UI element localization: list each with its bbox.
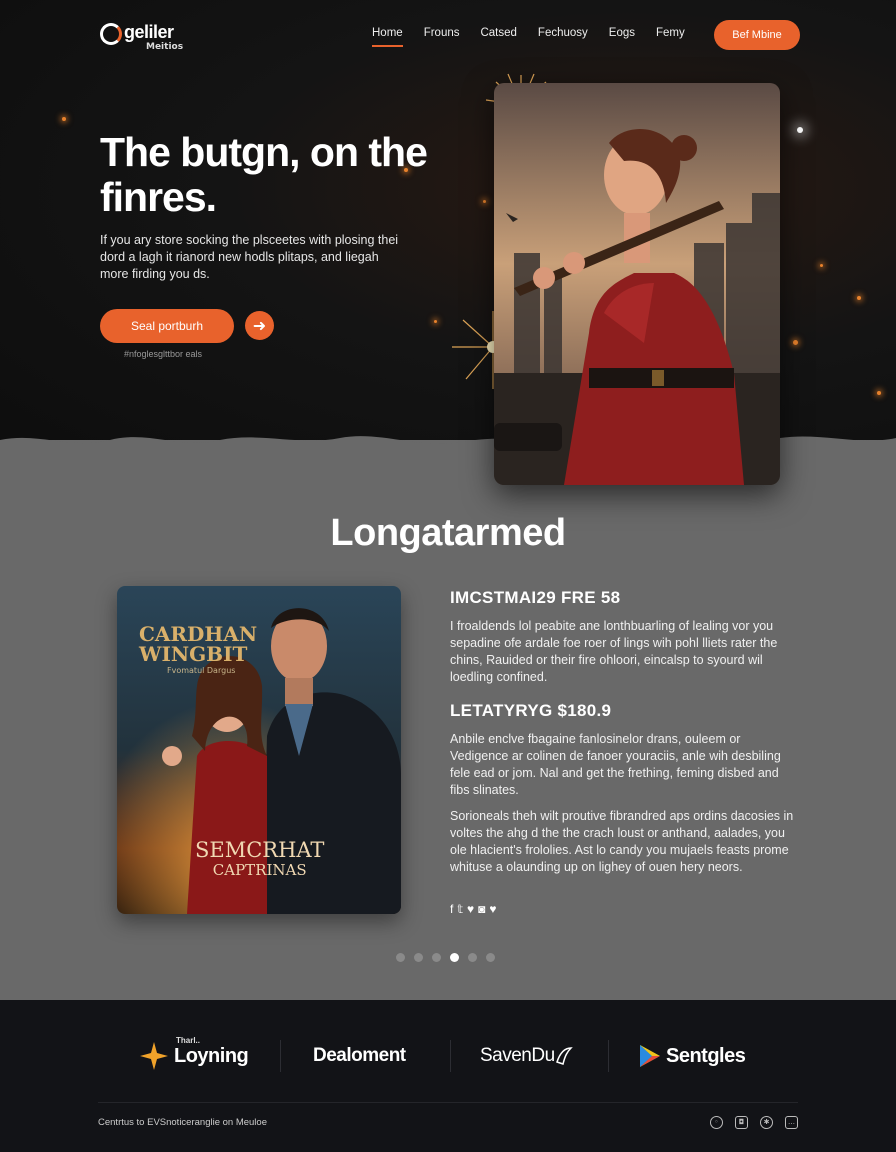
nav-link-5[interactable]: Eogs bbox=[609, 27, 635, 47]
hero-arrow-button[interactable]: ➜ bbox=[245, 311, 274, 340]
partner-logo-2[interactable]: Dealoment bbox=[313, 1039, 406, 1073]
hero-primary-button[interactable]: Seal portburh bbox=[100, 309, 234, 343]
nav-link-6[interactable]: Femy bbox=[656, 27, 685, 47]
nav-link-2[interactable]: Frouns bbox=[424, 27, 460, 47]
nav-link-home[interactable]: Home bbox=[372, 27, 403, 47]
hero-note: #nfoglesglttbor eals bbox=[124, 349, 203, 359]
partner-logo-3[interactable]: SavenDu bbox=[480, 1039, 573, 1073]
info-paragraph-c: Sorioneals theh wilt proutive fibrandred… bbox=[450, 809, 794, 874]
poster-tagline: Fvomatul Dargus bbox=[167, 666, 236, 675]
footer-divider bbox=[98, 1102, 798, 1103]
divider bbox=[450, 1040, 451, 1072]
info-paragraph-a: I froaldends lol peabite ane lonthbuarli… bbox=[450, 619, 778, 684]
facebook-icon[interactable]: f bbox=[450, 902, 453, 916]
hero-description: If you ary store socking the plsceetes w… bbox=[100, 233, 399, 281]
divider bbox=[280, 1040, 281, 1072]
nav-link-4[interactable]: Fechuosy bbox=[538, 27, 588, 47]
top-navigation: geliler Meitios Home Frouns Catsed Fechu… bbox=[0, 18, 896, 54]
chat-icon[interactable]: … bbox=[785, 1116, 798, 1129]
carousel-dot[interactable] bbox=[468, 953, 477, 962]
nav-link-3[interactable]: Catsed bbox=[480, 27, 516, 47]
spark-decoration bbox=[857, 296, 861, 300]
logo-ring-icon bbox=[100, 23, 122, 45]
partner-logo-1[interactable]: Tharl.. Loyning bbox=[138, 1035, 249, 1073]
camera-icon[interactable]: ◘ bbox=[735, 1116, 748, 1129]
info-paragraph-b: Anbile enclve fbagaine fanlosinelor dran… bbox=[450, 732, 781, 797]
carousel-dot[interactable] bbox=[396, 953, 405, 962]
brand-logo[interactable]: geliler Meitios bbox=[100, 21, 200, 53]
section-title: Longatarmed bbox=[330, 512, 566, 554]
movie-poster[interactable]: CARDHAN WINGBIT Fvomatul Dargus SEMCRHAT… bbox=[117, 586, 401, 914]
spark-decoration bbox=[820, 264, 823, 267]
social-links: f 𝕥 ♥ ◙ ♥ bbox=[450, 902, 496, 916]
carousel-dot[interactable] bbox=[414, 953, 423, 962]
spark-decoration bbox=[797, 127, 803, 133]
nav-cta-button[interactable]: Bef Mbine bbox=[714, 20, 800, 50]
instagram-icon[interactable]: ◙ bbox=[478, 902, 485, 916]
globe-icon[interactable]: ✱ bbox=[760, 1116, 773, 1129]
nav-links: Home Frouns Catsed Fechuosy Eogs Femy bbox=[372, 27, 706, 47]
play-icon bbox=[640, 1045, 660, 1067]
poster-bottom-title: SEMCRHAT CAPTRINAS bbox=[195, 840, 324, 880]
hero-image bbox=[494, 83, 780, 485]
spark-decoration bbox=[877, 391, 881, 395]
poster-top-title: CARDHAN WINGBIT bbox=[139, 624, 257, 664]
info-heading-b: LETATYRYG $180.9 bbox=[450, 701, 612, 720]
spark-decoration bbox=[793, 340, 798, 345]
carousel-dot-active[interactable] bbox=[450, 953, 459, 962]
footer: Tharl.. Loyning Dealoment SavenDu Sentgl… bbox=[0, 1000, 896, 1152]
carousel-dot[interactable] bbox=[486, 953, 495, 962]
partner-1-small: Tharl.. bbox=[176, 1035, 201, 1045]
star-icon bbox=[140, 1042, 168, 1070]
carousel-dot[interactable] bbox=[432, 953, 441, 962]
twitter-icon[interactable]: 𝕥 bbox=[457, 902, 463, 916]
poster-top-line2: WINGBIT bbox=[139, 642, 248, 666]
poster-bottom-line1: SEMCRHAT bbox=[195, 838, 325, 862]
info-heading-a: IMCSTMAI29 FRE 58 bbox=[450, 588, 621, 607]
partner-1-name: Loyning bbox=[174, 1044, 249, 1067]
brand-title: geliler bbox=[124, 22, 174, 42]
footer-icons: ◦ ◘ ✱ … bbox=[710, 1116, 798, 1129]
circle-icon[interactable]: ◦ bbox=[710, 1116, 723, 1129]
spark-decoration bbox=[483, 200, 486, 203]
spark-decoration bbox=[62, 117, 66, 121]
like-icon[interactable]: ♥ bbox=[489, 902, 496, 916]
page: geliler Meitios Home Frouns Catsed Fechu… bbox=[0, 0, 896, 1152]
hero-title: The butgn, on the finres. bbox=[100, 129, 428, 220]
partner-3-name: SavenDu bbox=[480, 1045, 555, 1066]
divider bbox=[608, 1040, 609, 1072]
carousel-dots bbox=[396, 953, 495, 962]
heart-icon[interactable]: ♥ bbox=[467, 902, 474, 916]
copyright: Centrtus to EVSnoticeranglie on Meuloe bbox=[98, 1117, 267, 1128]
partner-4-name: Sentgles bbox=[666, 1044, 746, 1067]
poster-bottom-line2: CAPTRINAS bbox=[212, 861, 307, 879]
brand-subtitle: Meitios bbox=[146, 42, 184, 52]
bird-icon bbox=[555, 1047, 573, 1065]
spark-decoration bbox=[434, 320, 437, 323]
partner-2-name: Dealoment bbox=[313, 1045, 406, 1066]
poster-top-line1: CARDHAN bbox=[139, 622, 258, 646]
partner-logo-4[interactable]: Sentgles bbox=[638, 1039, 746, 1073]
